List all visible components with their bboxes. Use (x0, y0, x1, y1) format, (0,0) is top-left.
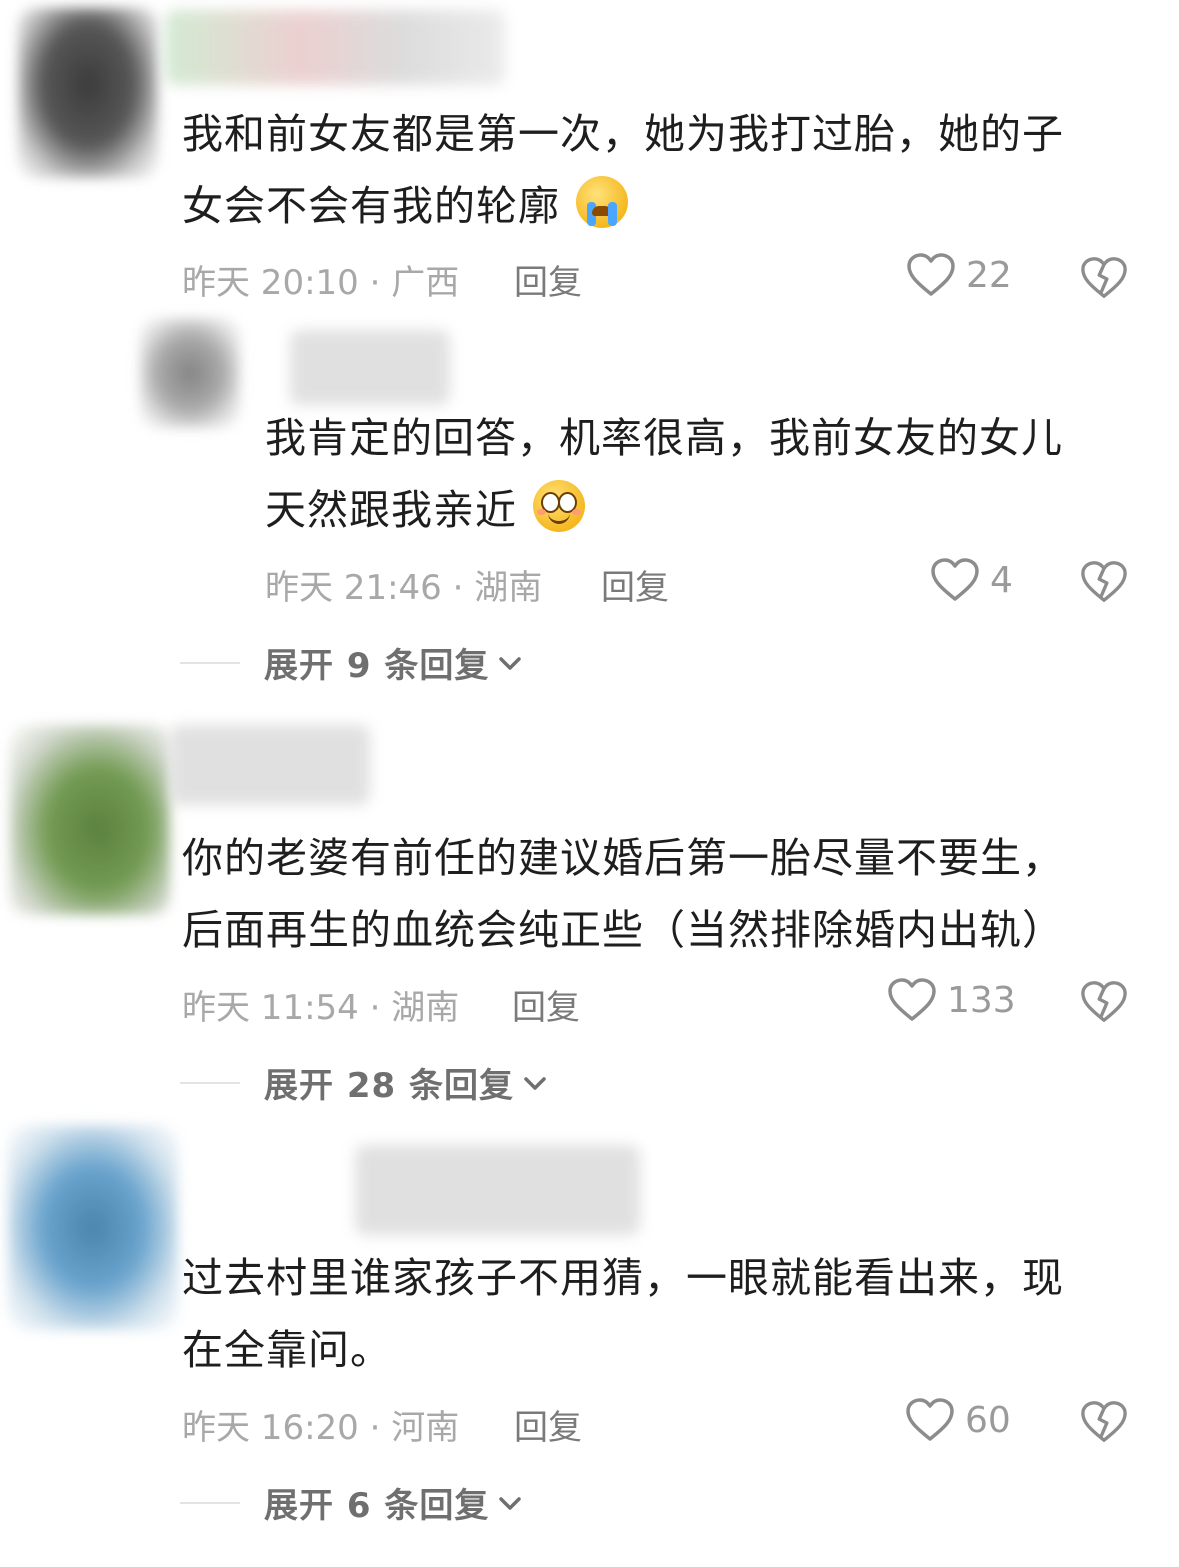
comment-meta: 昨天 16:20 · 河南 (182, 1400, 459, 1449)
username[interactable] (165, 10, 505, 85)
reply-button[interactable]: 回复 (601, 560, 669, 609)
like-count: 133 (947, 979, 1016, 1021)
comment-line: 女会不会有我的轮廓 (182, 182, 560, 230)
chevron-down-icon (524, 1076, 546, 1090)
comment-line: 天然跟我亲近 (265, 486, 517, 534)
like-button[interactable]: 60 (905, 1397, 1011, 1443)
heart-outline-icon (907, 253, 955, 296)
comment-meta: 昨天 11:54 · 湖南 (182, 980, 459, 1029)
comment-time: 昨天 21:46 (265, 568, 442, 608)
chevron-down-icon (499, 1496, 522, 1510)
like-button[interactable]: 4 (930, 557, 1013, 603)
comment-meta: 昨天 21:46 · 湖南 (265, 560, 542, 609)
like-count: 22 (966, 254, 1012, 296)
loudly-crying-face-icon (576, 176, 629, 228)
comment-time: 昨天 20:10 (182, 263, 359, 303)
broken-heart-icon[interactable] (1080, 254, 1128, 302)
expand-replies-label: 展开 28 条回复 (264, 1066, 514, 1106)
expand-replies-button[interactable]: 展开 6 条回复 (180, 1478, 523, 1527)
comment-line: 后面再生的血统会纯正些（当然排除婚内出轨） (182, 906, 1064, 954)
like-button[interactable]: 22 (906, 252, 1012, 298)
comment-text: 在全靠问。 (182, 1314, 392, 1386)
broken-heart-icon[interactable] (1080, 558, 1128, 606)
username[interactable] (170, 725, 370, 805)
divider (180, 661, 240, 664)
comment-time: 昨天 11:54 (182, 988, 359, 1028)
flushed-smiling-face-icon (533, 480, 586, 532)
avatar[interactable] (10, 725, 170, 915)
comment-line: 我和前女友都是第一次，她为我打过胎，她的子 (182, 110, 1064, 158)
reply-button[interactable]: 回复 (512, 980, 580, 1029)
comment-location: · 河南 (369, 1408, 460, 1448)
reply-button[interactable]: 回复 (514, 255, 582, 304)
comment-location: · 湖南 (452, 568, 543, 608)
like-count: 60 (965, 1399, 1011, 1441)
broken-heart-icon[interactable] (1080, 1398, 1128, 1446)
username[interactable] (355, 1145, 640, 1235)
like-button[interactable]: 133 (887, 977, 1016, 1023)
comment-line: 过去村里谁家孩子不用猜，一眼就能看出来，现 (182, 1254, 1064, 1302)
comment-text: 天然跟我亲近 (265, 474, 586, 546)
heart-outline-icon (888, 978, 936, 1021)
comment-text: 过去村里谁家孩子不用猜，一眼就能看出来，现 (182, 1242, 1064, 1314)
chevron-down-icon (499, 656, 522, 670)
username[interactable] (290, 330, 450, 405)
comment-text: 后面再生的血统会纯正些（当然排除婚内出轨） (182, 894, 1064, 966)
comment-location: · 广西 (369, 263, 460, 303)
expand-replies-button[interactable]: 展开 9 条回复 (180, 638, 523, 687)
comment-text: 女会不会有我的轮廓 (182, 170, 629, 242)
comment-time: 昨天 16:20 (182, 1408, 359, 1448)
comment-line: 在全靠问。 (182, 1326, 392, 1374)
broken-heart-icon[interactable] (1080, 978, 1128, 1026)
divider (180, 1501, 240, 1504)
avatar[interactable] (18, 8, 158, 178)
heart-outline-icon (931, 558, 979, 601)
divider (180, 1081, 240, 1084)
comment-line: 你的老婆有前任的建议婚后第一胎尽量不要生， (182, 834, 1064, 882)
reply-button[interactable]: 回复 (514, 1400, 582, 1449)
expand-replies-button[interactable]: 展开 28 条回复 (180, 1058, 548, 1107)
expand-replies-label: 展开 9 条回复 (264, 646, 490, 686)
avatar[interactable] (8, 1125, 178, 1330)
comment-meta: 昨天 20:10 · 广西 (182, 255, 459, 304)
heart-outline-icon (906, 1398, 954, 1441)
comment-text: 我和前女友都是第一次，她为我打过胎，她的子 (182, 98, 1064, 170)
avatar[interactable] (140, 318, 240, 428)
comment-text: 你的老婆有前任的建议婚后第一胎尽量不要生， (182, 822, 1064, 894)
comment-location: · 湖南 (369, 988, 460, 1028)
comment-text: 我肯定的回答，机率很高，我前女友的女儿 (265, 402, 1063, 474)
expand-replies-label: 展开 6 条回复 (264, 1486, 490, 1526)
comment-line: 我肯定的回答，机率很高，我前女友的女儿 (265, 414, 1063, 462)
like-count: 4 (990, 559, 1013, 601)
